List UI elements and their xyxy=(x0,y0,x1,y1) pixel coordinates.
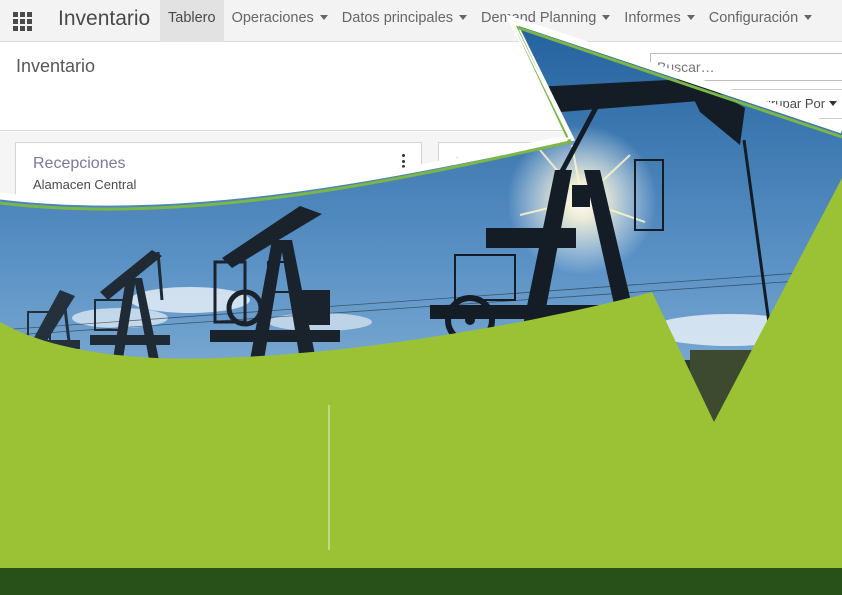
footer-bar xyxy=(0,568,842,595)
decorative-banner-overlay xyxy=(0,14,842,595)
